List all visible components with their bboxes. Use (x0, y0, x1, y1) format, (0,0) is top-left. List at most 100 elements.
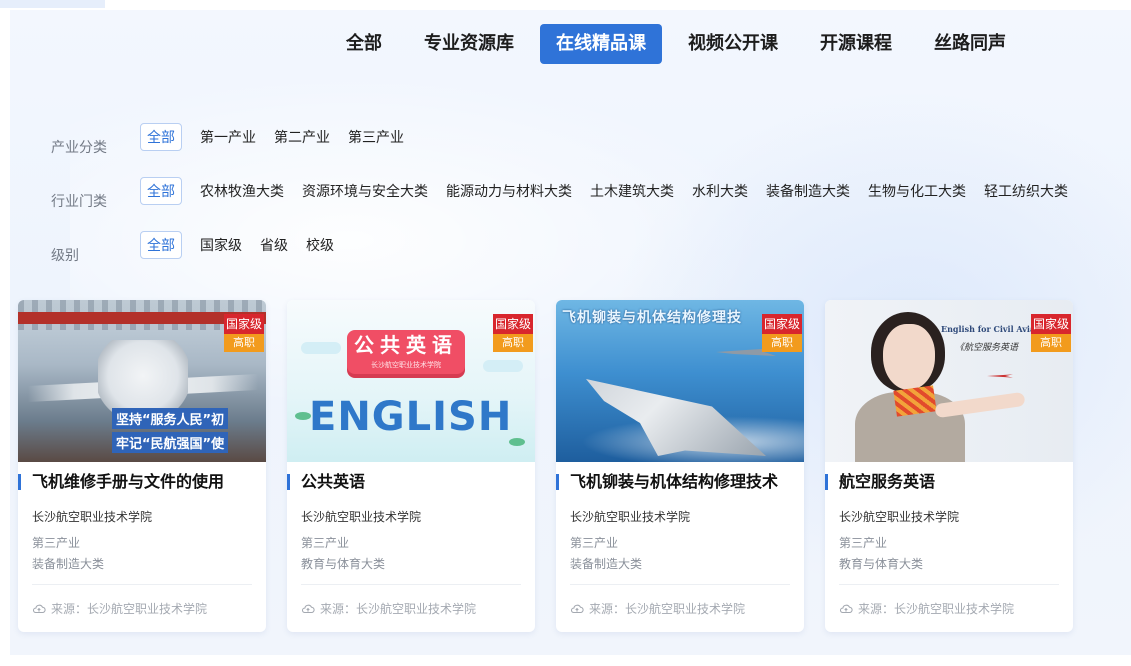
course-industry: 第三产业 (570, 536, 619, 550)
course-cover-image[interactable]: 公共英语 长沙航空职业技术学院 ENGLISH 国家级 高职 (287, 300, 535, 462)
scarf-shape (893, 385, 937, 417)
filter-option[interactable]: 农林牧渔大类 (200, 181, 284, 201)
course-school: 长沙航空职业技术学院 (570, 510, 691, 524)
course-cover-image[interactable]: 坚持“服务人民”初 牢记“民航强国”使 国家级 高职 (18, 300, 266, 462)
school-type-badge: 高职 (1031, 334, 1071, 352)
filter-options: 全部 第一产业 第二产业 第三产业 (140, 123, 422, 151)
source-text: 来源：长沙航空职业技术学院 (858, 602, 1015, 616)
tab-open-source-course[interactable]: 开源课程 (804, 24, 908, 64)
school-type-badge: 高职 (224, 334, 264, 352)
filter-option[interactable]: 轻工纺织大类 (984, 181, 1068, 201)
filter-option[interactable]: 第一产业 (200, 127, 256, 147)
card-divider (839, 584, 1059, 585)
course-card[interactable]: 公共英语 长沙航空职业技术学院 ENGLISH 国家级 高职 公共英语 长沙航空… (287, 300, 535, 632)
cover-chinese-title: 《航空服务英语 (955, 343, 1019, 353)
filter-panel: 产业分类 全部 第一产业 第二产业 第三产业 行业门类 全部 农林牧渔大类 资源… (10, 115, 1131, 277)
course-category: 装备制造大类 (32, 557, 105, 571)
tab-online-quality-course[interactable]: 在线精品课 (540, 24, 662, 64)
filter-option-all[interactable]: 全部 (140, 123, 182, 151)
level-badge: 国家级 (224, 314, 264, 334)
school-type-badge: 高职 (493, 334, 533, 352)
filter-option[interactable]: 第三产业 (348, 127, 404, 147)
course-industry: 第三产业 (32, 536, 81, 550)
leaf-shape (509, 438, 525, 446)
course-badges: 国家级 高职 (224, 314, 264, 352)
course-source: 来源：长沙航空职业技术学院 (32, 600, 207, 617)
course-category: 装备制造大类 (570, 557, 643, 571)
filter-label: 产业分类 (51, 140, 107, 156)
cloud-shape (301, 342, 341, 354)
cloud-upload-icon (32, 604, 46, 613)
cloud-upload-icon (570, 604, 584, 613)
course-title[interactable]: 飞机维修手册与文件的使用 (18, 471, 224, 493)
course-title[interactable]: 飞机铆装与机体结构修理技术 (556, 471, 778, 493)
course-category: 教育与体育大类 (839, 557, 924, 571)
filter-option[interactable]: 能源动力与材料大类 (446, 181, 572, 201)
face-shape (883, 324, 935, 390)
course-source: 来源：长沙航空职业技术学院 (839, 600, 1014, 617)
course-card[interactable]: 飞机铆装与机体结构修理技 国家级 高职 飞机铆装与机体结构修理技术 长沙航空职业… (556, 300, 804, 632)
filter-label: 级别 (51, 248, 79, 264)
course-badges: 国家级 高职 (762, 314, 802, 352)
course-card[interactable]: English for Civil Aviation 《航空服务英语 国家级 高… (825, 300, 1073, 632)
filter-option[interactable]: 资源环境与安全大类 (302, 181, 428, 201)
filter-options: 全部 农林牧渔大类 资源环境与安全大类 能源动力与材料大类 土木建筑大类 水利大… (140, 177, 1086, 205)
filter-option[interactable]: 水利大类 (692, 181, 748, 201)
tab-silk-road[interactable]: 丝路同声 (918, 24, 1022, 64)
cloud-shape (483, 360, 523, 372)
cover-title-pill: 公共英语 长沙航空职业技术学院 (347, 330, 465, 374)
level-badge: 国家级 (762, 314, 802, 334)
level-badge: 国家级 (493, 314, 533, 334)
course-badges: 国家级 高职 (493, 314, 533, 352)
source-text: 来源：长沙航空职业技术学院 (589, 602, 746, 616)
airplane-icon (987, 374, 1013, 378)
level-badge: 国家级 (1031, 314, 1071, 334)
course-badges: 国家级 高职 (1031, 314, 1071, 352)
filter-option[interactable]: 装备制造大类 (766, 181, 850, 201)
tab-video-open-course[interactable]: 视频公开课 (672, 24, 794, 64)
top-left-strip (0, 0, 105, 8)
course-title[interactable]: 航空服务英语 (825, 471, 935, 493)
cover-sign: 牢记“民航强国”使 (112, 432, 229, 453)
course-list-panel: 全部 专业资源库 在线精品课 视频公开课 开源课程 丝路同声 产业分类 全部 第… (10, 10, 1131, 655)
course-source: 来源：长沙航空职业技术学院 (301, 600, 476, 617)
filter-label: 行业门类 (51, 194, 107, 210)
card-divider (32, 584, 252, 585)
filter-option[interactable]: 第二产业 (274, 127, 330, 147)
cover-subtitle: 长沙航空职业技术学院 (371, 361, 441, 369)
filter-option[interactable]: 省级 (260, 235, 288, 255)
course-school: 长沙航空职业技术学院 (839, 510, 960, 524)
course-source: 来源：长沙航空职业技术学院 (570, 600, 745, 617)
source-text: 来源：长沙航空职业技术学院 (320, 602, 477, 616)
course-school: 长沙航空职业技术学院 (32, 510, 153, 524)
filter-option-all[interactable]: 全部 (140, 177, 182, 205)
course-industry: 第三产业 (301, 536, 350, 550)
cloud-upload-icon (301, 604, 315, 613)
card-divider (301, 584, 521, 585)
course-card[interactable]: 坚持“服务人民”初 牢记“民航强国”使 国家级 高职 飞机维修手册与文件的使用 … (18, 300, 266, 632)
leaf-shape (295, 412, 311, 420)
filter-row-industry-category: 行业门类 全部 农林牧渔大类 资源环境与安全大类 能源动力与材料大类 土木建筑大… (10, 169, 1131, 223)
filter-row-level: 级别 全部 国家级 省级 校级 (10, 223, 1131, 277)
filter-option[interactable]: 生物与化工大类 (868, 181, 966, 201)
cover-sign: 坚持“服务人民”初 (112, 408, 229, 429)
category-nav: 全部 专业资源库 在线精品课 视频公开课 开源课程 丝路同声 (330, 24, 1032, 64)
filter-options: 全部 国家级 省级 校级 (140, 231, 352, 259)
course-cover-image[interactable]: English for Civil Aviation 《航空服务英语 国家级 高… (825, 300, 1073, 462)
source-text: 来源：长沙航空职业技术学院 (51, 602, 208, 616)
cover-title: 公共英语 (354, 333, 458, 357)
filter-option-all[interactable]: 全部 (140, 231, 182, 259)
card-divider (570, 584, 790, 585)
cloud-upload-icon (839, 604, 853, 613)
course-cover-image[interactable]: 飞机铆装与机体结构修理技 国家级 高职 (556, 300, 804, 462)
tab-all[interactable]: 全部 (330, 24, 398, 64)
filter-option[interactable]: 土木建筑大类 (590, 181, 674, 201)
tab-resource-library[interactable]: 专业资源库 (408, 24, 530, 64)
course-card-list: 坚持“服务人民”初 牢记“民航强国”使 国家级 高职 飞机维修手册与文件的使用 … (18, 300, 1073, 632)
course-school: 长沙航空职业技术学院 (301, 510, 422, 524)
filter-option[interactable]: 校级 (306, 235, 334, 255)
course-title[interactable]: 公共英语 (287, 471, 365, 493)
cover-big-word: ENGLISH (309, 394, 513, 440)
filter-row-industry-sector: 产业分类 全部 第一产业 第二产业 第三产业 (10, 115, 1131, 169)
filter-option[interactable]: 国家级 (200, 235, 242, 255)
